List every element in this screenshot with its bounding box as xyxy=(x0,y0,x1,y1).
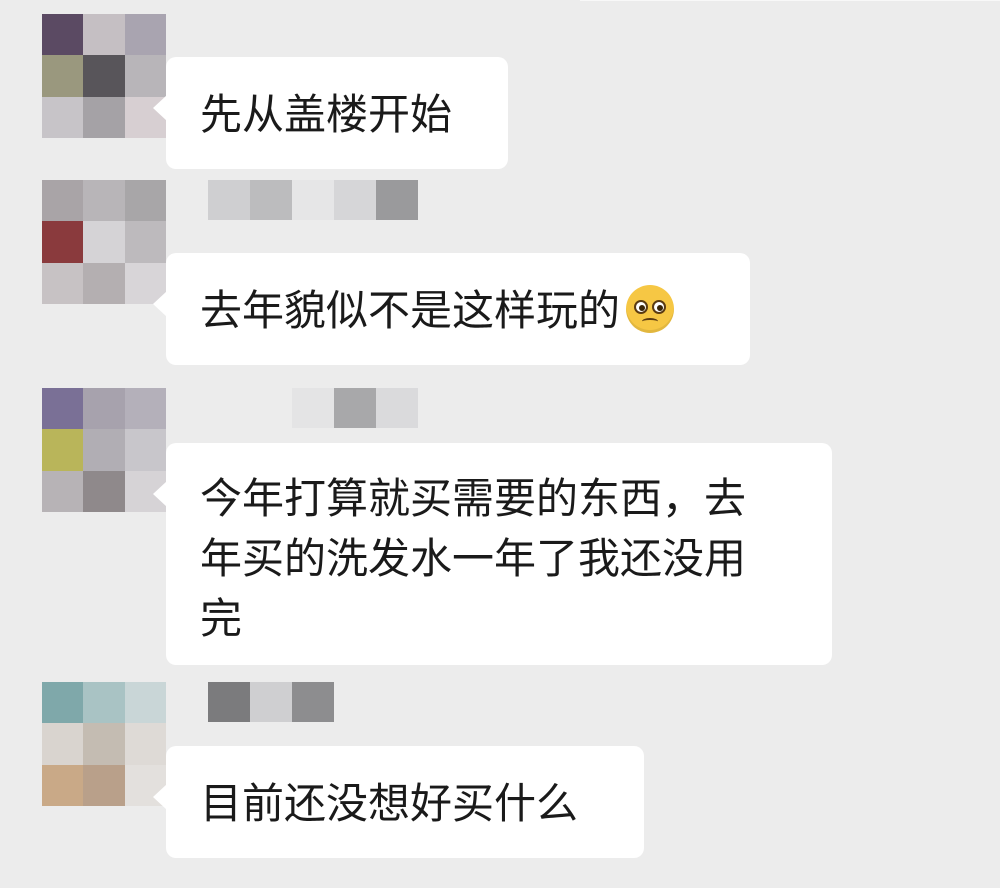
message-text-line: 今年打算就买需要的东西，去 xyxy=(200,474,747,523)
avatar-mosaic-cell xyxy=(42,14,84,56)
sender-name xyxy=(208,180,418,220)
chat-view: 先从盖楼开始 去年貌似不是这样玩的 今年打算就买需要的东西，去 年买的洗发水一年… xyxy=(0,0,1000,888)
message-bubble[interactable]: 目前还没想好买什么 xyxy=(153,746,644,858)
avatar-mosaic-cell xyxy=(83,429,125,471)
avatar-mosaic-cell xyxy=(124,388,166,430)
avatar-mosaic-cell xyxy=(83,470,125,512)
message-text-content: 去年貌似不是这样玩的 xyxy=(200,286,621,335)
sender-name-mosaic-cell xyxy=(292,180,334,220)
avatar-mosaic-cell xyxy=(83,682,125,724)
sender-name xyxy=(208,682,334,722)
sender-name-mosaic-cell xyxy=(292,682,334,722)
message-text: 先从盖楼开始 xyxy=(200,90,453,139)
avatar-mosaic-cell xyxy=(124,682,166,724)
sender-name-mosaic-cell xyxy=(376,180,418,220)
divider xyxy=(580,0,1000,1)
sender-name-mosaic-cell xyxy=(292,388,334,428)
message-text-line: 完 xyxy=(200,594,243,643)
avatar-mosaic-cell xyxy=(83,96,125,138)
avatar-mosaic-cell xyxy=(42,723,84,765)
avatar-mosaic-cell xyxy=(124,221,166,263)
avatar-mosaic-cell xyxy=(124,14,166,56)
sender-name-mosaic-cell xyxy=(208,682,250,722)
avatar-mosaic-cell xyxy=(42,96,84,138)
avatar[interactable] xyxy=(42,682,166,806)
avatar-mosaic-cell xyxy=(42,470,84,512)
message-text: 目前还没想好买什么 xyxy=(200,779,579,828)
avatar-mosaic-cell xyxy=(83,221,125,263)
avatar-mosaic-cell xyxy=(83,55,125,97)
sender-name-mosaic-cell xyxy=(376,388,418,428)
avatar-mosaic-cell xyxy=(42,764,84,806)
message-bubble[interactable]: 今年打算就买需要的东西，去 年买的洗发水一年了我还没用 完 xyxy=(153,443,832,665)
avatar-mosaic-cell xyxy=(124,180,166,222)
sender-name xyxy=(292,388,418,428)
message-bubble[interactable]: 去年貌似不是这样玩的 xyxy=(153,253,750,365)
avatar-mosaic-cell xyxy=(124,723,166,765)
avatar-mosaic-cell xyxy=(124,429,166,471)
avatar-mosaic-cell xyxy=(83,180,125,222)
sender-name-mosaic-cell xyxy=(250,682,292,722)
message-text: 去年貌似不是这样玩的 xyxy=(200,281,716,341)
sender-name-mosaic-cell xyxy=(208,180,250,220)
avatar-mosaic-cell xyxy=(42,682,84,724)
avatar-mosaic-cell xyxy=(42,55,84,97)
message-text-line: 年买的洗发水一年了我还没用 xyxy=(200,534,747,583)
avatar[interactable] xyxy=(42,388,166,512)
sender-name-mosaic-cell xyxy=(334,180,376,220)
avatar-mosaic-cell xyxy=(42,221,84,263)
pleading-face-icon xyxy=(626,285,675,333)
avatar-mosaic-cell xyxy=(42,262,84,304)
avatar-mosaic-cell xyxy=(42,388,84,430)
avatar-mosaic-cell xyxy=(83,14,125,56)
avatar[interactable] xyxy=(42,14,166,138)
avatar-mosaic-cell xyxy=(83,764,125,806)
avatar-mosaic-cell xyxy=(83,723,125,765)
avatar-mosaic-cell xyxy=(124,55,166,97)
sender-name-mosaic-cell xyxy=(250,180,292,220)
message-bubble[interactable]: 先从盖楼开始 xyxy=(153,57,508,169)
sender-name-mosaic-cell xyxy=(334,388,376,428)
avatar-mosaic-cell xyxy=(42,180,84,222)
avatar-mosaic-cell xyxy=(42,429,84,471)
avatar[interactable] xyxy=(42,180,166,304)
avatar-mosaic-cell xyxy=(83,262,125,304)
avatar-mosaic-cell xyxy=(83,388,125,430)
